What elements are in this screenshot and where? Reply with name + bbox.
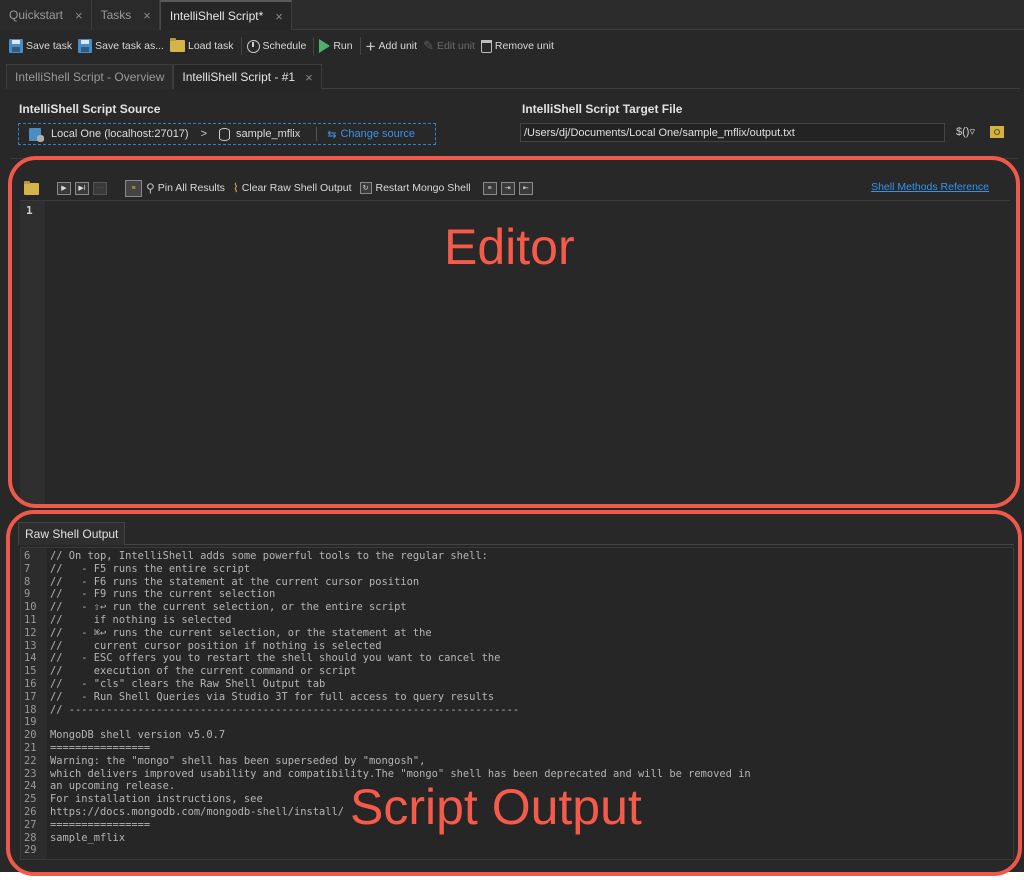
target-file-input[interactable]: /Users/dj/Documents/Local One/sample_mfl… (520, 123, 945, 142)
tab-overview[interactable]: IntelliShell Script - Overview (6, 64, 174, 89)
tab-label: IntelliShell Script - Overview (15, 70, 165, 84)
toolbar-divider (313, 37, 315, 55)
tab-label: Quickstart (9, 8, 64, 22)
close-icon[interactable]: × (275, 9, 283, 24)
edit-unit-label: Edit unit (436, 40, 475, 52)
tab-quickstart[interactable]: Quickstart × (0, 0, 92, 30)
edit-unit-button[interactable]: ✎ Edit unit (423, 35, 481, 57)
remove-unit-label: Remove unit (494, 40, 554, 52)
editor-callout-label: Editor (444, 219, 575, 275)
tab-script-1[interactable]: IntelliShell Script - #1 × (173, 64, 322, 89)
run-label: Run (333, 40, 353, 52)
load-task-label: Load task (187, 40, 234, 52)
database-icon (219, 127, 231, 141)
variables-dropdown[interactable]: $()▿ (956, 125, 975, 138)
swap-icon: ⇆ (327, 128, 337, 141)
editor-callout (8, 156, 1020, 508)
save-task-label: Save task (26, 40, 73, 52)
close-icon[interactable]: × (143, 8, 151, 23)
remove-unit-button[interactable]: Remove unit (480, 35, 560, 57)
save-task-as-button[interactable]: Save task as... (78, 35, 170, 57)
database-name: sample_mflix (236, 128, 301, 140)
save-task-as-label: Save task as... (95, 40, 164, 52)
schedule-button[interactable]: Schedule (246, 35, 313, 57)
pencil-icon: ✎ (423, 38, 434, 53)
chevron-right-icon: > (200, 128, 208, 140)
connection-name: Local One (localhost:27017) (51, 128, 189, 140)
source-selector: Local One (localhost:27017) > sample_mfl… (18, 123, 436, 145)
source-title: IntelliShell Script Source (19, 102, 161, 116)
clock-icon (246, 39, 260, 53)
run-button[interactable]: Run (319, 35, 358, 57)
divider (316, 127, 318, 141)
change-source-button[interactable]: ⇆ Change source (327, 128, 415, 141)
add-unit-button[interactable]: + Add unit (366, 35, 423, 57)
tab-label: Tasks (100, 8, 132, 22)
tab-label: IntelliShell Script* (169, 9, 264, 23)
toolbar-divider (240, 37, 242, 55)
trash-icon (480, 39, 492, 53)
floppy-disk-as-icon (78, 39, 93, 53)
tab-label: IntelliShell Script - #1 (182, 70, 296, 84)
close-icon[interactable]: × (305, 70, 313, 85)
schedule-label: Schedule (262, 40, 307, 52)
toolbar-divider (359, 37, 361, 55)
tab-tasks[interactable]: Tasks × (91, 0, 160, 30)
unit-tab-bar: IntelliShell Script - Overview IntelliSh… (6, 64, 1020, 89)
dropdown-icon: ▿ (969, 126, 975, 138)
play-icon (319, 39, 331, 53)
close-icon[interactable]: × (75, 8, 83, 23)
load-task-button[interactable]: Load task (169, 35, 240, 57)
add-unit-label: Add unit (378, 40, 418, 52)
plus-icon: + (365, 36, 376, 56)
browse-folder-icon[interactable] (990, 126, 1004, 138)
main-tab-bar: Quickstart × Tasks × IntelliShell Script… (0, 0, 1024, 30)
task-toolbar: Save task Save task as... Load task Sche… (0, 31, 1024, 61)
floppy-disk-icon (9, 39, 23, 53)
tab-intellishell-script[interactable]: IntelliShell Script* × (159, 0, 292, 30)
server-icon (29, 127, 44, 142)
output-callout-label: Script Output (350, 779, 642, 835)
variables-label: $() (956, 126, 970, 138)
folder-icon (169, 38, 185, 52)
target-title: IntelliShell Script Target File (522, 102, 683, 116)
save-task-button[interactable]: Save task (9, 35, 78, 57)
change-source-label: Change source (340, 128, 416, 140)
